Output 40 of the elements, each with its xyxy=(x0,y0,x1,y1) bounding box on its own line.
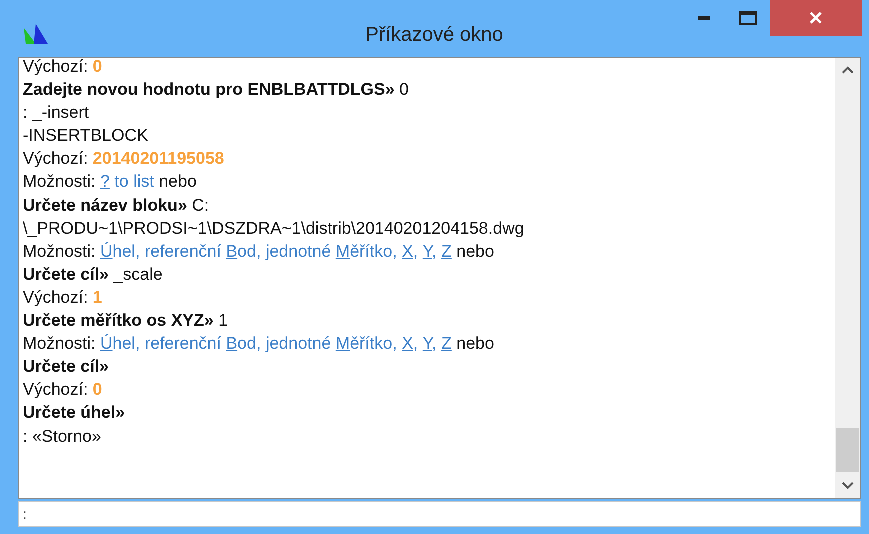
option-link[interactable]: X, xyxy=(402,334,418,354)
minimize-icon xyxy=(698,16,710,20)
history-line: : _-insert xyxy=(23,102,90,124)
history-line: Výchozí: 1 xyxy=(23,286,104,309)
history-line: Možnosti: Úhel, referenční Bod, jednotné Měřítko, X, Y, Z nebo xyxy=(23,240,496,263)
history-line: Určete název bloku» C: xyxy=(23,194,210,217)
scroll-up-icon xyxy=(842,66,854,74)
option-link[interactable]: Z xyxy=(442,242,452,261)
option-link[interactable]: jednotné Měřítko, xyxy=(266,334,398,354)
option-link[interactable]: Z xyxy=(442,334,452,354)
option-link[interactable]: referenční Bod, xyxy=(144,334,262,354)
scrollbar-thumb[interactable] xyxy=(836,428,859,472)
option-link[interactable]: Úhel, xyxy=(100,242,140,261)
history-line: -INSERTBLOCK xyxy=(23,125,150,148)
option-link[interactable]: X, xyxy=(402,242,418,261)
option-link[interactable]: ? to list xyxy=(100,172,154,192)
history-line: Určete úhel» xyxy=(23,402,126,424)
history-line: Možnosti: Úhel, referenční Bod, jednotné Měřítko, X, Y, Z nebo xyxy=(23,333,496,356)
history-line: Určete měřítko os XYZ» 1 xyxy=(23,310,230,332)
close-icon xyxy=(809,11,823,25)
scroll-down-icon xyxy=(842,482,854,490)
maximize-icon xyxy=(739,11,757,25)
history-line: Výchozí: 0 xyxy=(23,58,104,78)
option-link[interactable]: Úhel, xyxy=(100,334,140,354)
command-input-field[interactable]: : xyxy=(18,501,861,527)
window-title: Příkazové okno xyxy=(366,23,504,48)
option-link[interactable]: Y, xyxy=(422,242,437,261)
app-logo-icon xyxy=(22,22,50,46)
history-line: Výchozí: 20140201195058 xyxy=(23,148,226,170)
history-line: Určete cíl» _scale xyxy=(23,264,164,286)
option-link[interactable]: jednotné Měřítko, xyxy=(266,242,398,261)
scrollbar[interactable] xyxy=(835,58,860,498)
history-line: Zadejte novou hodnotu pro ENBLBATTDLGS» 0 xyxy=(23,79,410,102)
history-line: \_PRODU~1\PRODSI~1\DSZDRA~1\distrib\20140201204158.dwg xyxy=(23,218,526,240)
history-line: : «Storno» xyxy=(23,426,102,448)
option-link[interactable]: Y, xyxy=(422,334,437,354)
history-line: Výchozí: 0 xyxy=(23,379,104,402)
option-link[interactable]: referenční Bod, xyxy=(144,242,262,261)
history-line: Určete cíl» xyxy=(23,356,110,378)
history-line: Možnosti: ? to list nebo xyxy=(23,171,198,194)
